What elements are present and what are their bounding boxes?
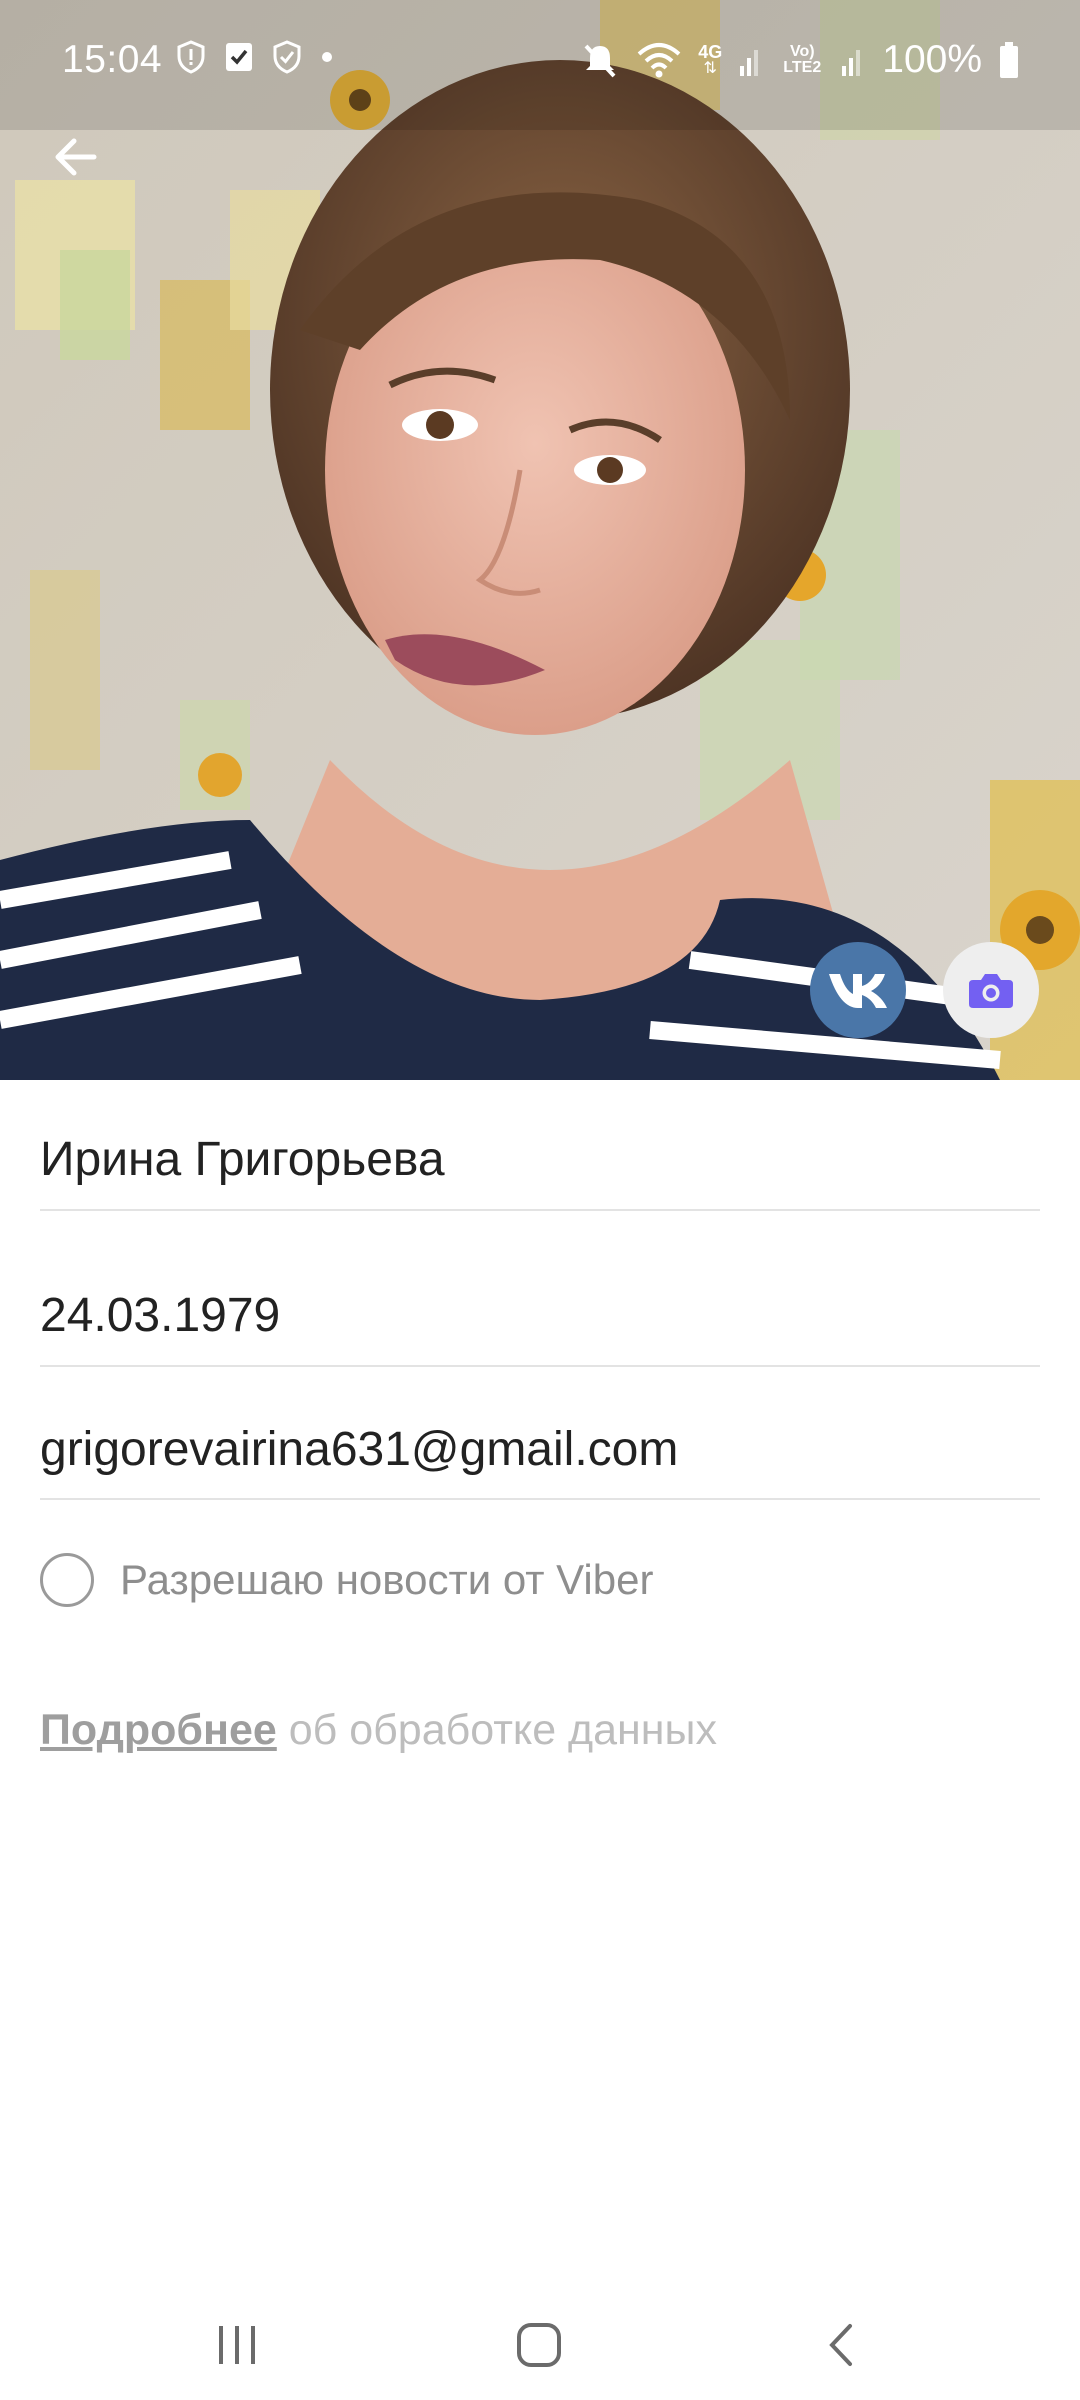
status-system-icons: 4G ⇅ Vo) LTE2 100% (580, 38, 1020, 82)
nav-back-button[interactable] (796, 2310, 886, 2380)
network-4g-indicator: 4G ⇅ (698, 43, 722, 77)
status-bar: 15:04 4G ⇅ Vo) LTE2 100% (0, 0, 1080, 120)
wifi-icon (637, 43, 681, 78)
status-notification-icons (176, 40, 334, 74)
name-value: Ирина Григорьева (40, 1133, 445, 1186)
news-consent-radio[interactable] (40, 1553, 94, 1607)
privacy-more-link[interactable]: Подробнее (40, 1706, 277, 1754)
vk-logo-icon (829, 974, 887, 1008)
network-4g-label: 4G (698, 42, 723, 62)
birthday-value: 24.03.1979 (40, 1289, 281, 1342)
privacy-info: Подробнее об обработке данных (40, 1706, 717, 1755)
back-button[interactable] (40, 122, 110, 192)
change-photo-button[interactable] (943, 942, 1039, 1038)
security-shield-icon (273, 40, 301, 74)
birthday-field[interactable]: 24.03.1979 (40, 1266, 1040, 1367)
alert-shield-icon (177, 40, 205, 74)
news-consent-option[interactable]: Разрешаю новости от Viber (40, 1550, 1040, 1610)
home-icon (517, 2323, 561, 2367)
checkbox-notification-icon (226, 43, 252, 71)
notification-dot-icon (322, 52, 332, 62)
system-nav-bar (0, 2290, 1080, 2400)
mute-icon (584, 44, 616, 78)
recents-icon (219, 2326, 255, 2364)
recents-button[interactable] (192, 2310, 282, 2380)
battery-percent: 100% (882, 38, 982, 81)
status-time: 15:04 (62, 38, 163, 81)
name-field[interactable]: Ирина Григорьева (40, 1108, 1040, 1211)
battery-icon (1000, 42, 1018, 78)
email-value: grigorevairina631@gmail.com (40, 1423, 679, 1476)
privacy-text: об обработке данных (276, 1706, 717, 1754)
profile-photo[interactable]: 15:04 4G ⇅ Vo) LTE2 100% (0, 0, 1080, 1080)
profile-photo-image (0, 0, 1080, 1080)
vk-import-button[interactable] (810, 942, 906, 1038)
signal-icon (740, 50, 759, 76)
chevron-left-icon (829, 2324, 852, 2366)
volte-label: Vo) LTE2 (783, 43, 822, 76)
camera-icon (969, 974, 1013, 1008)
home-button[interactable] (494, 2310, 584, 2380)
data-arrows-icon: ⇅ (703, 60, 717, 77)
email-field[interactable]: grigorevairina631@gmail.com (40, 1400, 1040, 1500)
signal-icon (842, 50, 861, 76)
news-consent-label: Разрешаю новости от Viber (120, 1556, 654, 1603)
arrow-left-icon (55, 138, 97, 176)
